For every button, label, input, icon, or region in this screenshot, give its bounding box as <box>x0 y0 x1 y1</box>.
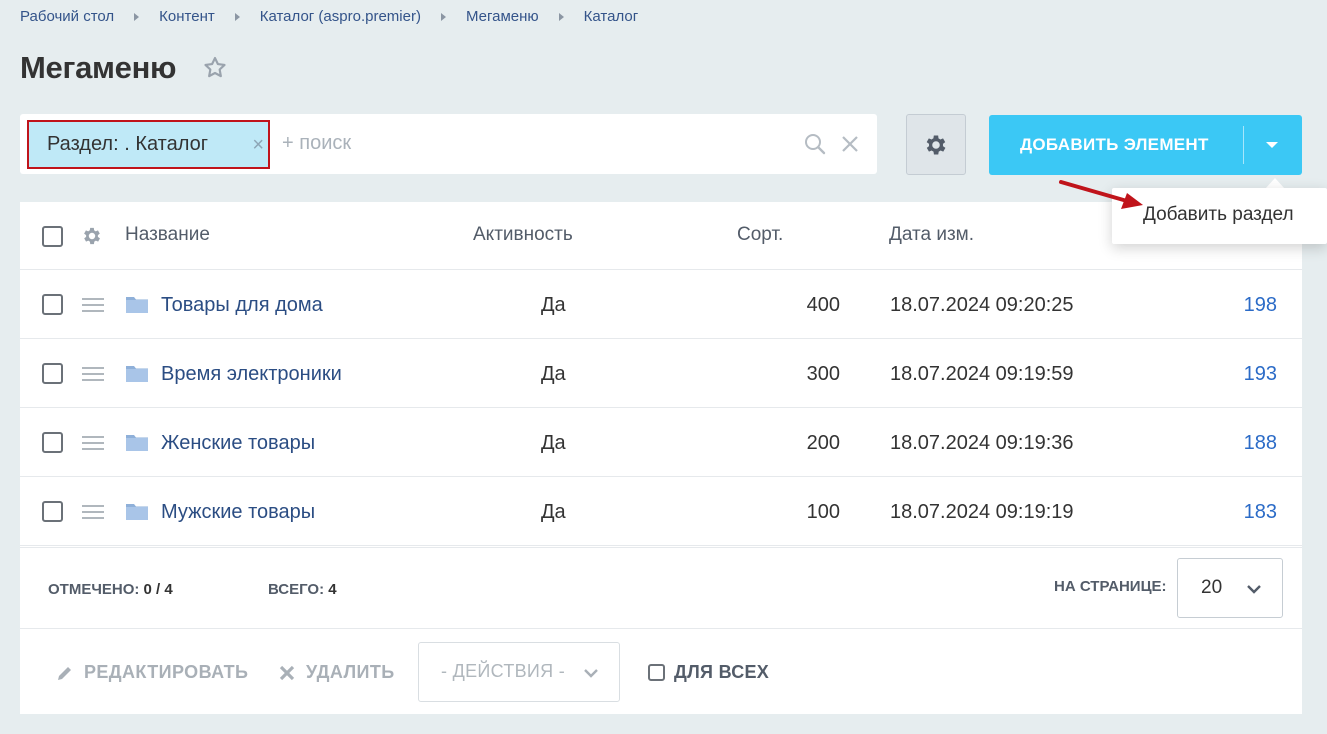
row-active: Да <box>541 432 566 454</box>
breadcrumb-item-catalog-aspro[interactable]: Каталог (aspro.premier) <box>260 8 421 25</box>
row-name-link[interactable]: Женские товары <box>161 432 315 455</box>
row-id-link[interactable]: 193 <box>1244 363 1277 386</box>
row-sort: 300 <box>806 363 840 385</box>
select-all-checkbox[interactable] <box>42 226 63 247</box>
row-sort: 400 <box>806 294 840 316</box>
edit-label: РЕДАКТИРОВАТЬ <box>84 662 249 682</box>
for-all-label: ДЛЯ ВСЕХ <box>674 662 770 682</box>
row-sort: 200 <box>806 432 840 454</box>
table-row[interactable]: Время электроники Да 300 18.07.2024 09:1… <box>20 339 1302 408</box>
edit-button[interactable]: РЕДАКТИРОВАТЬ <box>56 662 248 683</box>
folder-icon <box>126 366 148 382</box>
filter-chip-section[interactable]: Раздел: . Каталог × <box>27 120 270 169</box>
drag-handle-icon[interactable] <box>82 298 104 316</box>
close-icon[interactable] <box>840 134 860 154</box>
per-page-value: 20 <box>1201 577 1223 598</box>
per-page-label: НА СТРАНИЦЕ: <box>1054 578 1167 595</box>
row-name-link[interactable]: Мужские товары <box>161 501 315 524</box>
row-date: 18.07.2024 09:19:19 <box>890 501 1074 523</box>
breadcrumb: Рабочий стол Контент Каталог (aspro.prem… <box>20 8 638 25</box>
row-id-link[interactable]: 183 <box>1244 501 1277 524</box>
add-element-button[interactable]: ДОБАВИТЬ ЭЛЕМЕНТ <box>989 115 1302 175</box>
selected-label: ОТМЕЧЕНО: <box>48 581 140 598</box>
filter-chip-close-icon[interactable]: × <box>252 134 264 157</box>
folder-icon <box>126 504 148 520</box>
total-value: 4 <box>328 581 337 598</box>
settings-button[interactable] <box>906 114 966 175</box>
for-all-checkbox[interactable]: ДЛЯ ВСЕХ <box>648 662 769 683</box>
table-row[interactable]: Мужские товары Да 100 18.07.2024 09:19:1… <box>20 477 1302 546</box>
row-id-link[interactable]: 198 <box>1244 294 1277 317</box>
actions-select-label: - ДЕЙСТВИЯ - <box>441 661 566 681</box>
row-active: Да <box>541 294 566 316</box>
row-name-link[interactable]: Время электроники <box>161 363 342 386</box>
table-summary: ОТМЕЧЕНО: 0 / 4 ВСЕГО: 4 НА СТРАНИЦЕ: 20 <box>20 547 1302 628</box>
column-header-active[interactable]: Активность <box>473 224 573 246</box>
title-row: Мегаменю <box>20 50 228 86</box>
row-checkbox[interactable] <box>42 294 63 315</box>
breadcrumb-separator-icon <box>134 12 140 21</box>
pencil-icon <box>58 666 71 680</box>
selected-count: ОТМЕЧЕНО: 0 / 4 <box>48 581 173 598</box>
row-active: Да <box>541 363 566 385</box>
close-icon <box>279 665 295 680</box>
chevron-down-icon <box>584 669 598 678</box>
breadcrumb-item-content[interactable]: Контент <box>159 8 215 25</box>
drag-handle-icon[interactable] <box>82 367 104 385</box>
row-checkbox[interactable] <box>42 432 63 453</box>
delete-label: УДАЛИТЬ <box>306 662 395 682</box>
chevron-down-icon <box>1247 585 1261 594</box>
search-icon[interactable] <box>803 132 827 156</box>
row-date: 18.07.2024 09:20:25 <box>890 294 1074 316</box>
row-date: 18.07.2024 09:19:36 <box>890 432 1074 454</box>
search-input[interactable]: + поиск <box>282 132 351 155</box>
column-header-name[interactable]: Название <box>125 224 210 246</box>
filter-chip-label: Раздел: . Каталог <box>47 133 209 155</box>
selected-value: 0 / 4 <box>143 581 173 598</box>
row-id-link[interactable]: 188 <box>1244 432 1277 455</box>
group-actions-bar: РЕДАКТИРОВАТЬ УДАЛИТЬ - ДЕЙСТВИЯ - ДЛЯ В… <box>20 628 1302 714</box>
add-button-divider <box>1243 126 1244 164</box>
row-sort: 100 <box>806 501 840 523</box>
breadcrumb-item-megamenu[interactable]: Мегаменю <box>466 8 539 25</box>
filter-search-box[interactable]: Раздел: . Каталог × + поиск <box>20 114 877 174</box>
column-header-sort[interactable]: Сорт. <box>737 224 783 246</box>
folder-icon <box>126 435 148 451</box>
items-table: Название Активность Сорт. Дата изм. Това… <box>20 202 1302 628</box>
breadcrumb-item-desktop[interactable]: Рабочий стол <box>20 8 114 25</box>
row-checkbox[interactable] <box>42 363 63 384</box>
actions-select[interactable]: - ДЕЙСТВИЯ - <box>418 642 620 702</box>
row-active: Да <box>541 501 566 523</box>
folder-icon <box>126 297 148 313</box>
total-count: ВСЕГО: 4 <box>268 581 337 598</box>
gear-icon <box>926 134 946 155</box>
breadcrumb-separator-icon <box>440 12 446 21</box>
column-header-date[interactable]: Дата изм. <box>889 224 974 246</box>
drag-handle-icon[interactable] <box>82 505 104 523</box>
per-page-select[interactable]: 20 <box>1177 558 1283 618</box>
chevron-down-icon[interactable] <box>1266 142 1278 148</box>
delete-button[interactable]: УДАЛИТЬ <box>278 662 395 683</box>
table-row[interactable]: Товары для дома Да 400 18.07.2024 09:20:… <box>20 270 1302 339</box>
annotation-arrow-icon <box>1059 180 1143 209</box>
row-date: 18.07.2024 09:19:59 <box>890 363 1074 385</box>
drag-handle-icon[interactable] <box>82 436 104 454</box>
add-element-label: ДОБАВИТЬ ЭЛЕМЕНТ <box>1020 135 1209 154</box>
breadcrumb-separator-icon <box>234 12 240 21</box>
table-row[interactable]: Женские товары Да 200 18.07.2024 09:19:3… <box>20 408 1302 477</box>
total-label: ВСЕГО: <box>268 581 325 598</box>
row-name-link[interactable]: Товары для дома <box>161 294 323 317</box>
breadcrumb-separator-icon <box>558 12 564 21</box>
for-all-box[interactable] <box>648 664 665 681</box>
breadcrumb-item-catalog[interactable]: Каталог <box>584 8 639 25</box>
row-checkbox[interactable] <box>42 501 63 522</box>
star-icon[interactable] <box>202 55 228 81</box>
gear-icon[interactable] <box>81 225 103 247</box>
menu-item-add-section[interactable]: Добавить раздел <box>1143 204 1294 226</box>
page-title: Мегаменю <box>20 50 177 85</box>
